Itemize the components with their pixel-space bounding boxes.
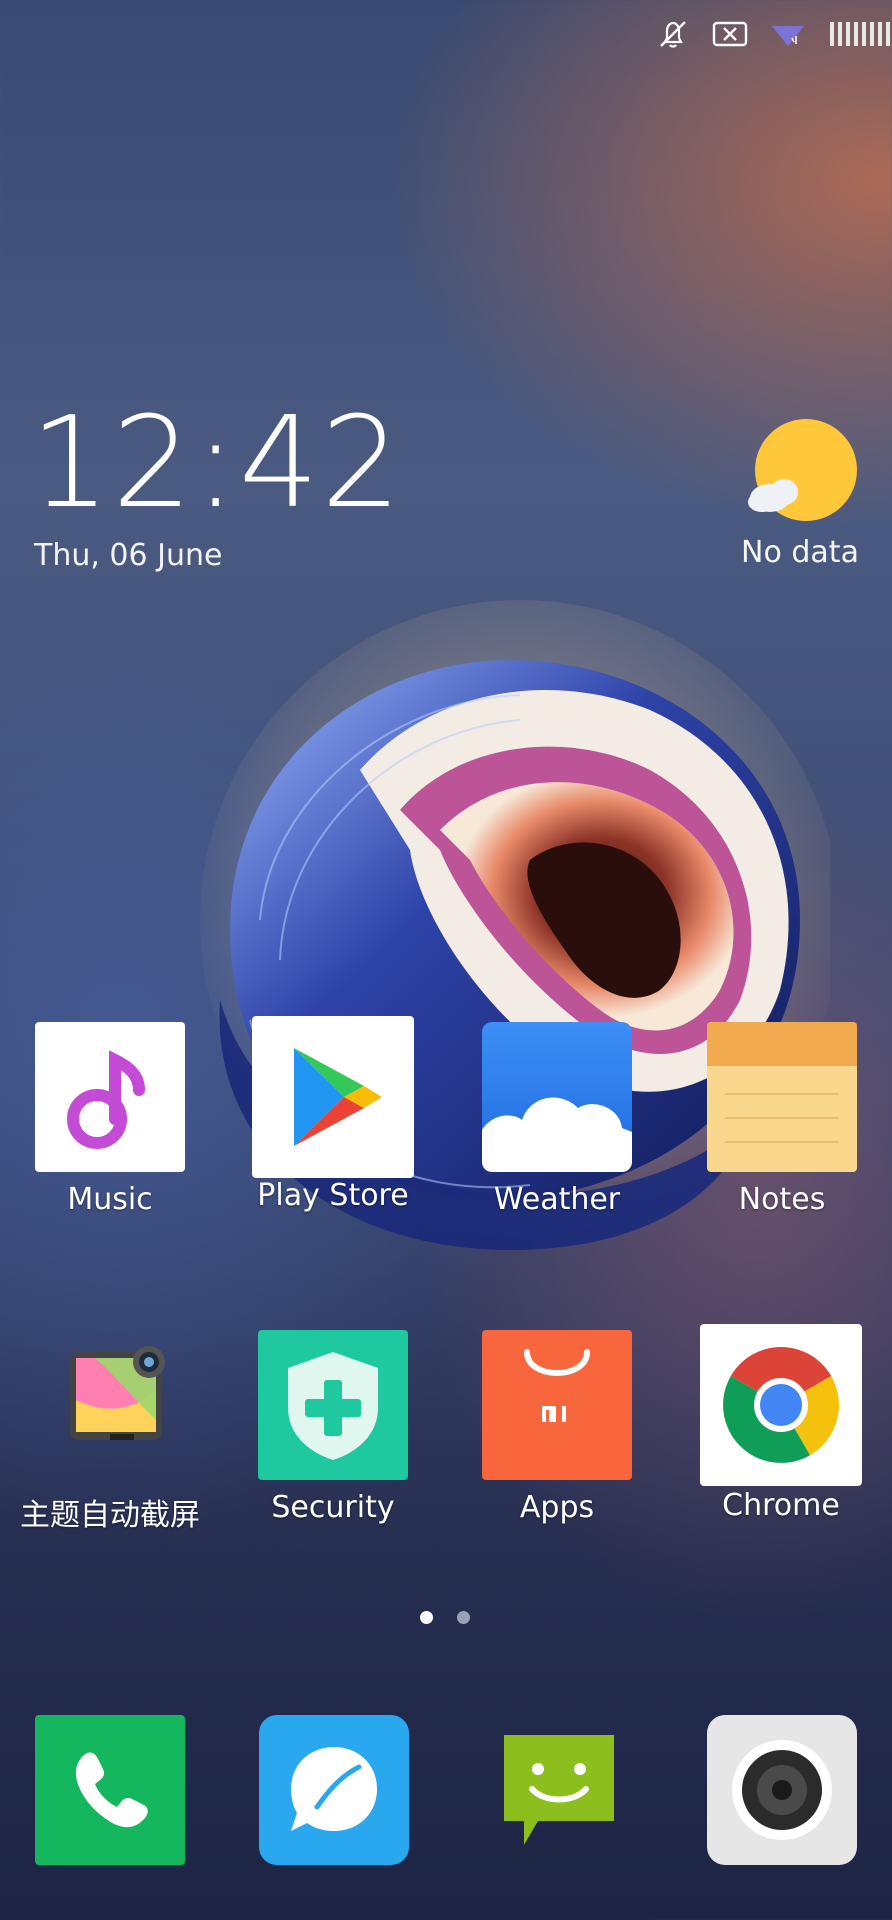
page-dot[interactable] (457, 1611, 470, 1624)
clock-time[interactable]: 12:42 (30, 400, 403, 526)
play-store-icon (252, 1016, 414, 1178)
notepad-icon (707, 1022, 857, 1172)
mi-bag-icon (482, 1330, 632, 1480)
dock-messages[interactable] (484, 1715, 634, 1865)
app-label: Security (271, 1490, 395, 1525)
dock-camera[interactable] (707, 1715, 857, 1865)
camera-lens-icon (732, 1740, 832, 1840)
signal-icon (830, 22, 890, 46)
app-label: Apps (519, 1490, 595, 1525)
browser-bubble-icon (291, 1747, 377, 1831)
app-chrome[interactable]: Chrome (686, 1324, 876, 1523)
page-indicator (0, 1607, 892, 1627)
app-apps-store[interactable]: Apps (462, 1330, 652, 1525)
status-bar (0, 0, 892, 66)
app-label: Chrome (722, 1488, 840, 1523)
app-label: Weather (493, 1182, 621, 1217)
app-play-store[interactable]: Play Store (238, 1016, 428, 1213)
app-security[interactable]: Security (238, 1330, 428, 1525)
app-weather[interactable]: Weather (462, 1022, 652, 1217)
music-note-icon (35, 1022, 185, 1172)
sim-x-icon (712, 21, 748, 47)
app-label: 主题自动截屏 (20, 1498, 200, 1533)
shield-plus-icon (258, 1330, 408, 1480)
theme-screenshot-icon (35, 1330, 185, 1480)
app-label: Notes (738, 1182, 826, 1217)
wifi-icon (772, 26, 804, 46)
clock-date[interactable]: Thu, 06 June (34, 538, 222, 573)
message-smile-icon (504, 1735, 614, 1845)
weather-status[interactable]: No data (700, 535, 892, 570)
page-dot-active[interactable] (420, 1611, 433, 1624)
notifications-off-icon (660, 21, 686, 48)
app-label: Music (67, 1182, 153, 1217)
app-label: Play Store (257, 1178, 409, 1213)
dock-phone[interactable] (35, 1715, 185, 1865)
app-notes[interactable]: Notes (687, 1022, 877, 1217)
phone-icon (75, 1752, 148, 1828)
app-music[interactable]: Music (15, 1022, 205, 1217)
app-theme-screenshot[interactable]: 主题自动截屏 (15, 1330, 205, 1534)
dock-browser[interactable] (259, 1715, 409, 1865)
chrome-icon (700, 1324, 862, 1486)
cloud-icon (482, 1022, 632, 1172)
